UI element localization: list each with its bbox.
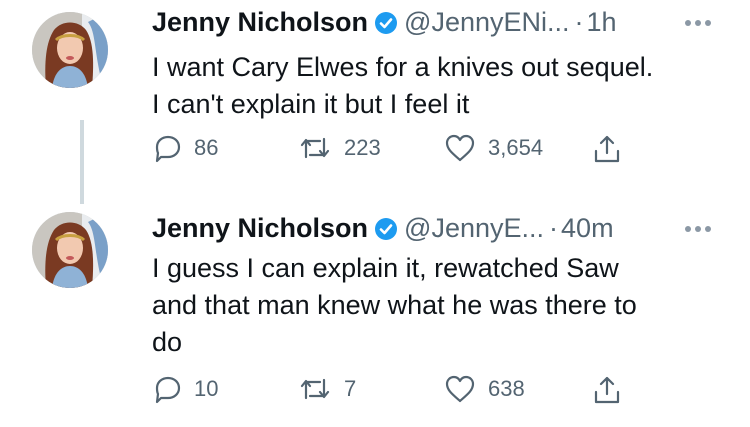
tweet-text: I want Cary Elwes for a knives out seque… bbox=[152, 49, 732, 123]
author-handle[interactable]: @JennyENi... bbox=[404, 6, 569, 38]
avatar[interactable] bbox=[32, 212, 108, 288]
tweet-text-line: I can't explain it but I feel it bbox=[152, 89, 470, 119]
retweet-count: 223 bbox=[344, 135, 381, 160]
tweet-text-line: and that man knew what he was there to bbox=[152, 290, 637, 320]
verified-badge-icon bbox=[374, 216, 398, 240]
like-count: 638 bbox=[488, 376, 525, 401]
retweet-button[interactable]: 7 bbox=[298, 374, 356, 404]
reply-button[interactable]: 10 bbox=[152, 374, 218, 404]
tweet-text-line: I want Cary Elwes for a knives out seque… bbox=[152, 52, 654, 82]
retweet-count: 7 bbox=[344, 376, 357, 401]
tweet[interactable]: Jenny Nicholson @JennyENi... · 1h I want… bbox=[0, 0, 750, 204]
reply-icon bbox=[152, 133, 182, 163]
timestamp[interactable]: 40m bbox=[561, 212, 614, 244]
author-name[interactable]: Jenny Nicholson bbox=[152, 212, 368, 244]
like-button[interactable]: 638 bbox=[444, 374, 525, 404]
thread-connector bbox=[80, 120, 84, 204]
share-icon bbox=[592, 133, 622, 165]
timestamp[interactable]: 1h bbox=[587, 6, 617, 38]
tweet-actions: 86 223 3,654 bbox=[152, 133, 712, 173]
heart-icon bbox=[444, 374, 476, 404]
verified-badge-icon bbox=[374, 10, 398, 34]
heart-icon bbox=[444, 133, 476, 163]
retweet-icon bbox=[298, 374, 332, 404]
retweet-button[interactable]: 223 bbox=[298, 133, 381, 163]
share-button[interactable] bbox=[592, 374, 622, 406]
tweet-text: I guess I can explain it, rewatched Saw … bbox=[152, 250, 732, 361]
separator-dot: · bbox=[549, 213, 559, 243]
avatar[interactable] bbox=[32, 12, 108, 88]
share-button[interactable] bbox=[592, 133, 622, 165]
tweet[interactable]: Jenny Nicholson @JennyE... · 40m I guess… bbox=[0, 200, 750, 427]
like-count: 3,654 bbox=[488, 135, 544, 160]
more-icon[interactable] bbox=[685, 18, 717, 28]
tweet-text-line: I guess I can explain it, rewatched Saw bbox=[152, 253, 619, 283]
tweet-header: Jenny Nicholson @JennyE... · 40m bbox=[152, 212, 614, 244]
author-name[interactable]: Jenny Nicholson bbox=[152, 6, 368, 38]
retweet-icon bbox=[298, 133, 332, 163]
tweet-header: Jenny Nicholson @JennyENi... · 1h bbox=[152, 6, 617, 38]
like-button[interactable]: 3,654 bbox=[444, 133, 543, 163]
tweet-actions: 10 7 638 bbox=[152, 374, 712, 414]
reply-count: 10 bbox=[194, 376, 219, 401]
reply-count: 86 bbox=[194, 135, 219, 160]
tweet-text-line: do bbox=[152, 327, 183, 357]
reply-button[interactable]: 86 bbox=[152, 133, 218, 163]
author-handle[interactable]: @JennyE... bbox=[404, 212, 544, 244]
reply-icon bbox=[152, 374, 182, 404]
more-icon[interactable] bbox=[685, 224, 717, 234]
share-icon bbox=[592, 374, 622, 406]
separator-dot: · bbox=[574, 7, 584, 37]
